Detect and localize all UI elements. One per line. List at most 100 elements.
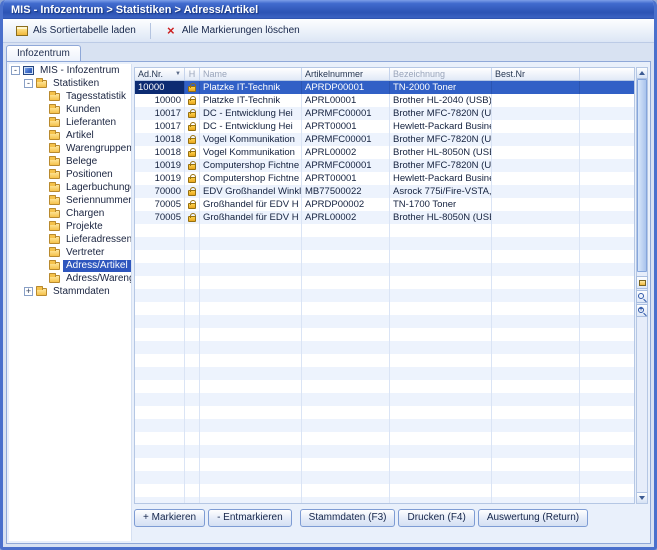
search-button[interactable] xyxy=(636,290,648,303)
grid-row-empty xyxy=(135,289,634,302)
tree-item[interactable]: Lieferadressen xyxy=(9,233,131,246)
stammdaten-button[interactable]: Stammdaten (F3) xyxy=(300,509,396,527)
cell-adnr: 10018 xyxy=(135,133,185,146)
folder-icon xyxy=(49,145,60,153)
load-sort-table-button[interactable]: Als Sortiertabelle laden xyxy=(8,22,144,39)
folder-icon xyxy=(49,119,60,127)
cell-adnr: 10000 xyxy=(135,94,185,107)
grid-row[interactable]: 10018Vogel KommunikationAPRMFC00001Broth… xyxy=(135,133,634,146)
grid-row[interactable]: 10019Computershop FichtneAPRT00001Hewlet… xyxy=(135,172,634,185)
grid-panel: Ad.Nr.▼HNameArtikelnummerBezeichnungBest… xyxy=(134,64,648,541)
cell-bestnr xyxy=(492,185,580,198)
column-header-bez[interactable]: Bezeichnung xyxy=(390,68,492,80)
tree-item[interactable]: Lagerbuchungen xyxy=(9,181,131,194)
cell-bezeichnung: Brother MFC-7820N (USB/PAR/LAN) xyxy=(390,133,492,146)
tree-item[interactable]: Tagesstatistik xyxy=(9,90,131,103)
tree-item[interactable]: Adress/Artikel xyxy=(9,259,131,272)
tree-item[interactable]: Adress/Warengruppen xyxy=(9,272,131,285)
column-header-h[interactable]: H xyxy=(185,68,200,80)
cell-artikelnummer: APRMFC00001 xyxy=(302,159,390,172)
grid-row-empty xyxy=(135,484,634,497)
quick-filter-button[interactable] xyxy=(636,276,648,289)
cell-bestnr xyxy=(492,94,580,107)
grid-row[interactable]: 10000Platzke IT-TechnikAPRDP00001TN-2000… xyxy=(135,81,634,94)
tree-item[interactable]: Lieferanten xyxy=(9,116,131,129)
tree-item[interactable]: Chargen xyxy=(9,207,131,220)
lock-icon xyxy=(188,216,196,222)
collapse-icon[interactable]: - xyxy=(24,79,33,88)
grid-row-empty xyxy=(135,432,634,445)
cell-h xyxy=(185,211,200,224)
folder-icon xyxy=(49,210,60,218)
column-header-name[interactable]: Name xyxy=(200,68,302,80)
folder-icon xyxy=(49,184,60,192)
unmark-button[interactable]: - Entmarkieren xyxy=(208,509,292,527)
tab-infozentrum[interactable]: Infozentrum xyxy=(6,45,81,61)
cell-name: DC - Entwicklung Hei xyxy=(200,120,302,133)
grid-row-empty xyxy=(135,471,634,484)
column-header-art[interactable]: Artikelnummer xyxy=(302,68,390,80)
cell-artikelnummer: APRT00001 xyxy=(302,172,390,185)
tree-item[interactable]: Warengruppen xyxy=(9,142,131,155)
tree-item[interactable]: Belege xyxy=(9,155,131,168)
grid-row[interactable]: 70005Großhandel für EDV HAPRDP00002TN-17… xyxy=(135,198,634,211)
scroll-up-button[interactable] xyxy=(637,68,647,79)
expand-icon[interactable]: + xyxy=(24,287,33,296)
scrollbar-thumb[interactable] xyxy=(637,79,647,272)
folder-icon xyxy=(49,132,60,140)
lock-icon xyxy=(188,151,196,157)
cell-artikelnummer: APRDP00002 xyxy=(302,198,390,211)
cell-bezeichnung: TN-2000 Toner xyxy=(390,81,492,94)
collapse-icon[interactable]: - xyxy=(11,66,20,75)
folder-icon xyxy=(49,262,60,270)
cell-bezeichnung: Hewlett-Packard Business InkJe xyxy=(390,172,492,185)
auswertung-button[interactable]: Auswertung (Return) xyxy=(478,509,588,527)
folder-icon xyxy=(49,93,60,101)
tree-item[interactable]: Projekte xyxy=(9,220,131,233)
cell-name: Platzke IT-Technik xyxy=(200,94,302,107)
table-icon xyxy=(639,280,646,286)
grid-row-empty xyxy=(135,354,634,367)
tree-item[interactable]: Positionen xyxy=(9,168,131,181)
drucken-button[interactable]: Drucken (F4) xyxy=(398,509,474,527)
scroll-down-button[interactable] xyxy=(637,492,647,503)
column-header-adnr[interactable]: Ad.Nr.▼ xyxy=(135,68,185,80)
grid-row-empty xyxy=(135,367,634,380)
grid-row[interactable]: 10017DC - Entwicklung HeiAPRMFC00001Brot… xyxy=(135,107,634,120)
grid-row[interactable]: 70000EDV Großhandel WinklMB77500022Asroc… xyxy=(135,185,634,198)
grid-row[interactable]: 10017DC - Entwicklung HeiAPRT00001Hewlet… xyxy=(135,120,634,133)
folder-icon xyxy=(49,106,60,114)
titlebar: MIS - Infozentrum > Statistiken > Adress… xyxy=(3,0,654,19)
zoom-button[interactable] xyxy=(636,304,648,317)
cell-h xyxy=(185,120,200,133)
grid-row[interactable]: 10000Platzke IT-TechnikAPRL00001Brother … xyxy=(135,94,634,107)
tree-item[interactable]: Vertreter xyxy=(9,246,131,259)
cell-name: Großhandel für EDV H xyxy=(200,198,302,211)
cell-h xyxy=(185,94,200,107)
tree-item[interactable]: Seriennummern xyxy=(9,194,131,207)
folder-icon xyxy=(49,171,60,179)
grid-row-empty xyxy=(135,315,634,328)
grid-header: Ad.Nr.▼HNameArtikelnummerBezeichnungBest… xyxy=(134,67,635,81)
cell-h xyxy=(185,146,200,159)
folder-icon xyxy=(36,288,47,296)
clear-all-marks-button[interactable]: ×Alle Markierungen löschen xyxy=(157,22,308,39)
cell-bezeichnung: Brother MFC-7820N (USB/PAR/LAN) xyxy=(390,107,492,120)
grid-row[interactable]: 10018Vogel KommunikationAPRL00002Brother… xyxy=(135,146,634,159)
mark-button[interactable]: + Markieren xyxy=(134,509,205,527)
grid-row[interactable]: 70005Großhandel für EDV HAPRL00002Brothe… xyxy=(135,211,634,224)
tree-item[interactable]: +Stammdaten xyxy=(9,285,131,298)
tree-item[interactable]: -MIS - Infozentrum xyxy=(9,64,131,77)
cell-adnr: 70005 xyxy=(135,198,185,211)
cell-adnr: 10017 xyxy=(135,120,185,133)
folder-icon xyxy=(49,197,60,205)
tree-item[interactable]: Kunden xyxy=(9,103,131,116)
tree-item[interactable]: -Statistiken xyxy=(9,77,131,90)
grid-row-empty xyxy=(135,458,634,471)
column-header-best[interactable]: Best.Nr xyxy=(492,68,580,80)
grid-row[interactable]: 10019Computershop FichtneAPRMFC00001Brot… xyxy=(135,159,634,172)
cell-bestnr xyxy=(492,211,580,224)
tree-item[interactable]: Artikel xyxy=(9,129,131,142)
folder-icon xyxy=(49,275,60,283)
cell-bestnr xyxy=(492,81,580,94)
